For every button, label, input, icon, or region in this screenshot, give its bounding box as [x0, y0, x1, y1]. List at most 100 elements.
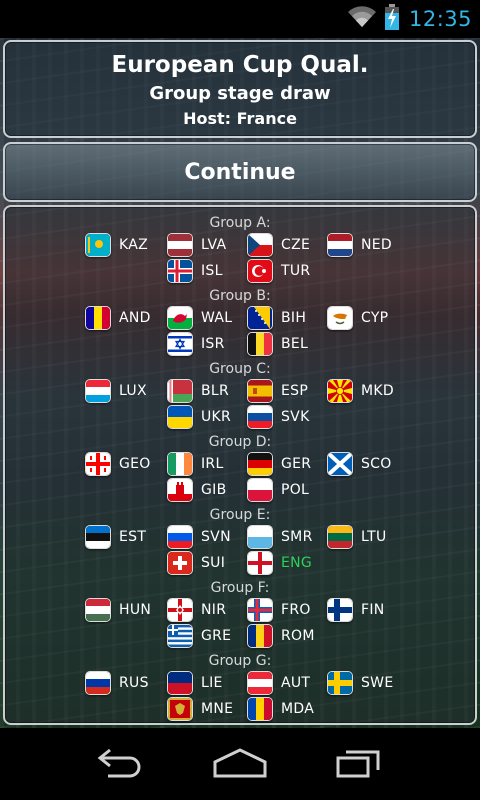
team-entry: GEO	[85, 452, 151, 476]
host-label: Host: France	[183, 109, 297, 128]
team-entry: CYP	[327, 306, 388, 330]
team-entry: ENG	[247, 551, 312, 575]
flag-icon	[247, 598, 273, 622]
flag-icon	[167, 697, 193, 721]
team-code: SVK	[281, 409, 310, 425]
group-title: Group A:	[209, 215, 271, 231]
flag-icon	[167, 598, 193, 622]
group-title: Group D:	[208, 434, 272, 450]
team-code: TUR	[281, 263, 311, 279]
competition-title: European Cup Qual.	[111, 52, 369, 78]
team-code: BEL	[281, 336, 309, 352]
flag-icon	[167, 551, 193, 575]
recent-apps-icon[interactable]	[330, 744, 390, 784]
home-icon[interactable]	[210, 744, 270, 784]
team-code: ENG	[281, 555, 313, 571]
team-code: IRL	[201, 456, 224, 472]
team-code: FIN	[361, 602, 385, 618]
team-entry: ISR	[167, 332, 225, 356]
flag-icon	[247, 478, 273, 502]
team-entry: NED	[327, 233, 392, 257]
flag-icon	[247, 697, 273, 721]
team-code: ISR	[201, 336, 225, 352]
team-entry: BEL	[247, 332, 308, 356]
team-code: SWE	[361, 675, 394, 691]
flag-icon	[167, 624, 193, 648]
clock: 12:35	[408, 7, 472, 31]
battery-charging-icon	[384, 4, 399, 34]
team-entry: LTU	[327, 525, 387, 549]
team-entry: SVK	[247, 405, 310, 429]
flag-icon	[327, 452, 353, 476]
flag-icon	[247, 379, 273, 403]
team-entry: ESP	[247, 379, 308, 403]
flag-icon	[247, 332, 273, 356]
stage-subtitle: Group stage draw	[149, 83, 331, 104]
team-code: SVN	[201, 529, 231, 545]
team-entry: ROM	[247, 624, 315, 648]
flag-icon	[167, 405, 193, 429]
groups-panel: Group A: KAZ LVA CZE NED ISL TUR Group B: AND WA…	[3, 205, 477, 725]
flag-icon	[167, 671, 193, 695]
flag-icon	[85, 598, 111, 622]
team-code: ISL	[201, 263, 223, 279]
flag-icon	[247, 452, 273, 476]
flag-icon	[247, 671, 273, 695]
team-entry: MKD	[327, 379, 394, 403]
status-icons: 12:35	[347, 0, 472, 38]
header-panel: European Cup Qual. Group stage draw Host…	[3, 40, 477, 138]
team-code: CZE	[281, 237, 311, 253]
team-entry: BIH	[247, 306, 306, 330]
flag-icon	[327, 598, 353, 622]
team-entry: MNE	[167, 697, 233, 721]
flag-icon	[167, 525, 193, 549]
continue-button[interactable]: Continue	[3, 142, 477, 202]
flag-icon	[327, 379, 353, 403]
flag-icon	[247, 624, 273, 648]
team-entry: SVN	[167, 525, 231, 549]
team-code: SCO	[361, 456, 392, 472]
team-code: WAL	[201, 310, 233, 326]
flag-icon	[167, 233, 193, 257]
flag-icon	[247, 233, 273, 257]
team-code: CYP	[361, 310, 389, 326]
status-bar: 12:35	[0, 0, 480, 38]
flag-icon	[247, 525, 273, 549]
team-entry: KAZ	[85, 233, 148, 257]
team-entry: FRO	[247, 598, 311, 622]
wifi-icon	[347, 5, 377, 33]
flag-icon	[167, 332, 193, 356]
team-entry: HUN	[85, 598, 151, 622]
back-icon[interactable]	[90, 744, 150, 784]
team-entry: AND	[85, 306, 151, 330]
team-code: MKD	[361, 383, 394, 399]
team-code: AND	[119, 310, 151, 326]
flag-icon	[247, 306, 273, 330]
team-entry: WAL	[167, 306, 232, 330]
team-code: GRE	[201, 628, 232, 644]
team-code: GIB	[201, 482, 227, 498]
team-entry: LIE	[167, 671, 223, 695]
flag-icon	[167, 259, 193, 283]
team-code: ROM	[281, 628, 315, 644]
team-code: BLR	[201, 383, 230, 399]
team-entry: NIR	[167, 598, 226, 622]
team-entry: MDA	[247, 697, 314, 721]
team-entry: RUS	[85, 671, 149, 695]
flag-icon	[85, 233, 111, 257]
team-entry: SMR	[247, 525, 313, 549]
team-entry: EST	[85, 525, 146, 549]
group-title: Group E:	[209, 507, 271, 523]
flag-icon	[327, 233, 353, 257]
team-entry: ISL	[167, 259, 223, 283]
flag-icon	[167, 478, 193, 502]
flag-icon	[247, 259, 273, 283]
navigation-bar	[0, 728, 480, 800]
flag-icon	[327, 306, 353, 330]
team-entry: UKR	[167, 405, 231, 429]
team-code: GER	[281, 456, 312, 472]
flag-icon	[85, 671, 111, 695]
team-code: LUX	[119, 383, 147, 399]
group-title: Group C:	[209, 361, 271, 377]
team-entry: SUI	[167, 551, 225, 575]
